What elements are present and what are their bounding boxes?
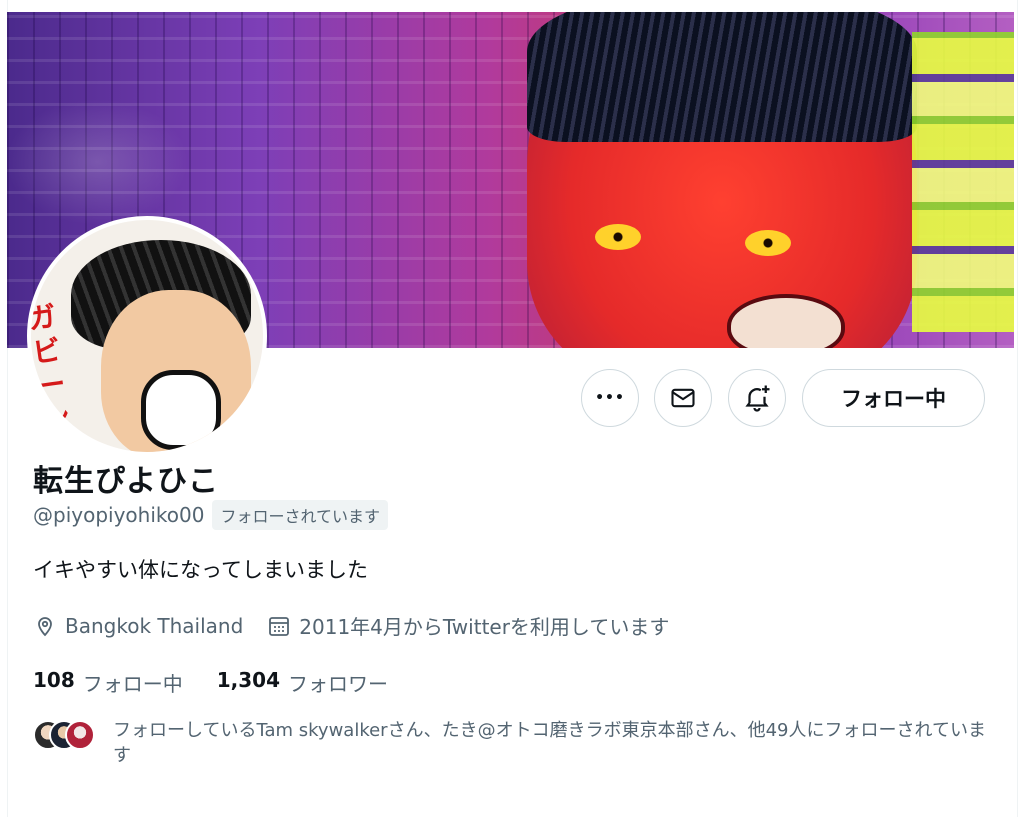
location-pin-icon	[38, 616, 52, 636]
profile-meta: Bangkok Thailand 2011年4月からTwitterを利用していま…	[33, 611, 693, 640]
follows-you-badge: フォローされています	[212, 500, 388, 530]
handle-row: @piyopiyohiko00 フォローされています	[33, 500, 388, 530]
following-count: 108	[33, 668, 75, 692]
user-handle: @piyopiyohiko00	[33, 503, 205, 527]
follow-stats: 108 フォロー中 1,304 フォロワー	[33, 668, 388, 697]
avatar	[65, 720, 95, 750]
joined-text: 2011年4月からTwitterを利用しています	[299, 615, 670, 639]
location-item: Bangkok Thailand	[33, 614, 243, 638]
joined-item: 2011年4月からTwitterを利用しています	[267, 611, 669, 640]
more-dots-icon: •••	[595, 390, 625, 406]
mail-icon	[671, 388, 695, 408]
followers-you-know-text[interactable]: フォローしているTam skywalkerさん、たき@オトコ磨きラボ東京本部さん…	[113, 718, 993, 768]
following-button[interactable]: フォロー中	[802, 369, 985, 427]
banner-mural-hair	[527, 12, 917, 142]
following-label: フォロー中	[82, 672, 183, 696]
profile-avatar[interactable]: ガビーン	[27, 216, 267, 456]
banner-stickers	[912, 32, 1014, 332]
more-button[interactable]: •••	[581, 369, 639, 427]
followers-you-know: フォローしているTam skywalkerさん、たき@オトコ磨きラボ東京本部さん…	[33, 718, 993, 768]
page-frame-right	[1017, 0, 1024, 817]
followers-link[interactable]: 1,304 フォロワー	[217, 668, 388, 697]
calendar-icon	[269, 616, 290, 636]
avatar-mouth	[141, 370, 221, 450]
followers-count: 1,304	[216, 668, 281, 692]
following-link[interactable]: 108 フォロー中	[33, 668, 183, 697]
location-text: Bangkok Thailand	[65, 613, 244, 638]
followers-label: フォロワー	[288, 672, 389, 696]
banner-mural-eye	[595, 224, 641, 250]
bell-plus-icon	[745, 385, 770, 412]
display-name: 転生ぴよひこ	[33, 464, 219, 499]
banner-mural-eye	[745, 230, 791, 256]
followers-you-know-avatars[interactable]	[33, 720, 95, 754]
notifications-button[interactable]	[728, 369, 786, 427]
message-button[interactable]	[654, 369, 712, 427]
profile-bio: イキやすい体になってしまいました	[33, 558, 368, 582]
